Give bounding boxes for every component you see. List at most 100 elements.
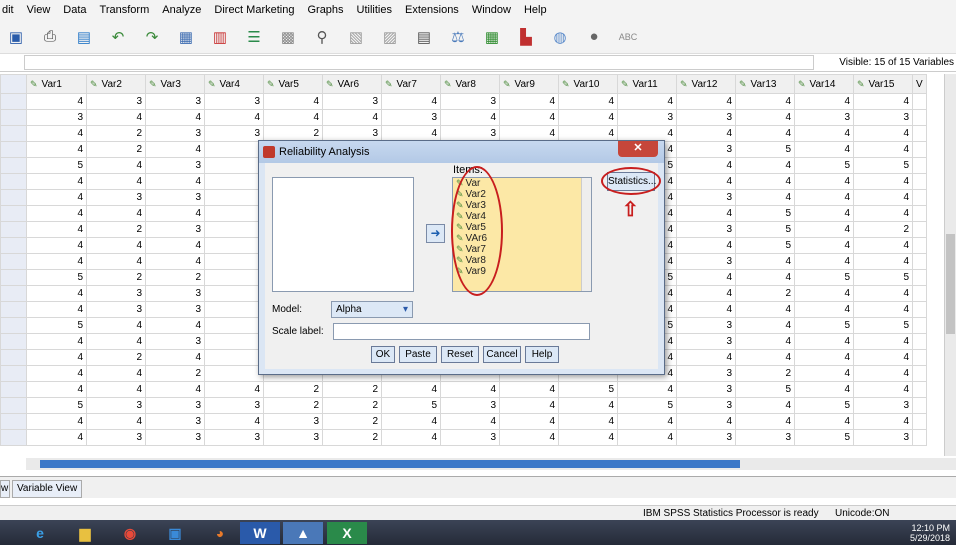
- data-cell[interactable]: 4: [26, 237, 87, 254]
- tab-variable-view[interactable]: Variable View: [12, 480, 83, 498]
- row-header[interactable]: [0, 413, 27, 430]
- data-cell[interactable]: 2: [86, 269, 146, 286]
- data-cell[interactable]: 4: [853, 333, 913, 350]
- file-explorer-icon[interactable]: ▆: [65, 522, 105, 544]
- data-cell[interactable]: [204, 333, 264, 350]
- data-cell[interactable]: 2: [86, 349, 146, 366]
- data-cell[interactable]: 2: [322, 429, 382, 446]
- data-cell[interactable]: 4: [499, 429, 559, 446]
- data-cell[interactable]: 3: [440, 397, 500, 414]
- menu-data[interactable]: Data: [63, 4, 86, 16]
- data-cell[interactable]: 4: [263, 93, 323, 110]
- data-cell[interactable]: 4: [26, 221, 87, 238]
- data-cell[interactable]: 3: [676, 333, 736, 350]
- data-cell[interactable]: 3: [26, 109, 87, 126]
- data-cell[interactable]: 4: [86, 365, 146, 382]
- data-cell[interactable]: 4: [86, 205, 146, 222]
- data-cell[interactable]: [204, 205, 264, 222]
- data-cell[interactable]: 4: [145, 205, 205, 222]
- data-cell[interactable]: 4: [381, 413, 441, 430]
- data-cell[interactable]: [204, 365, 264, 382]
- row-header[interactable]: [0, 141, 27, 158]
- reset-button[interactable]: Reset: [441, 346, 479, 363]
- menu-edit[interactable]: dit: [2, 4, 14, 16]
- data-cell[interactable]: 2: [86, 125, 146, 142]
- data-cell[interactable]: 4: [794, 285, 854, 302]
- data-cell[interactable]: 4: [499, 381, 559, 398]
- data-cell[interactable]: 3: [145, 221, 205, 238]
- data-cell[interactable]: 4: [676, 157, 736, 174]
- column-header[interactable]: ✎ Var11: [617, 74, 677, 94]
- data-cell[interactable]: [912, 237, 927, 254]
- data-cell[interactable]: 2: [322, 413, 382, 430]
- data-cell[interactable]: 5: [794, 397, 854, 414]
- find-icon[interactable]: ⚲: [310, 26, 334, 48]
- data-cell[interactable]: 3: [204, 429, 264, 446]
- data-cell[interactable]: [912, 157, 927, 174]
- row-header[interactable]: [0, 317, 27, 334]
- data-cell[interactable]: [912, 349, 927, 366]
- insert-cases-icon[interactable]: ▧: [344, 26, 368, 48]
- data-cell[interactable]: 4: [735, 349, 795, 366]
- data-cell[interactable]: 4: [145, 381, 205, 398]
- data-cell[interactable]: 4: [853, 253, 913, 270]
- data-cell[interactable]: 4: [794, 237, 854, 254]
- row-header[interactable]: [0, 397, 27, 414]
- data-cell[interactable]: [912, 413, 927, 430]
- data-cell[interactable]: 4: [735, 269, 795, 286]
- data-cell[interactable]: 5: [853, 317, 913, 334]
- data-cell[interactable]: 5: [735, 205, 795, 222]
- data-cell[interactable]: [204, 269, 264, 286]
- data-cell[interactable]: 3: [86, 429, 146, 446]
- data-cell[interactable]: [204, 301, 264, 318]
- help-button[interactable]: Help: [525, 346, 559, 363]
- data-cell[interactable]: [912, 285, 927, 302]
- data-cell[interactable]: 4: [676, 205, 736, 222]
- vertical-scrollbar[interactable]: [944, 74, 956, 456]
- data-cell[interactable]: 2: [263, 381, 323, 398]
- data-cell[interactable]: 3: [676, 221, 736, 238]
- data-cell[interactable]: 5: [794, 157, 854, 174]
- data-cell[interactable]: 4: [86, 333, 146, 350]
- row-header[interactable]: [0, 365, 27, 382]
- data-cell[interactable]: 4: [794, 221, 854, 238]
- data-cell[interactable]: 4: [26, 285, 87, 302]
- data-cell[interactable]: 4: [204, 109, 264, 126]
- data-cell[interactable]: 4: [381, 429, 441, 446]
- data-cell[interactable]: [912, 109, 927, 126]
- data-cell[interactable]: 4: [499, 397, 559, 414]
- data-cell[interactable]: 4: [735, 253, 795, 270]
- data-cell[interactable]: 4: [86, 109, 146, 126]
- data-cell[interactable]: 4: [794, 301, 854, 318]
- data-cell[interactable]: 3: [676, 381, 736, 398]
- data-cell[interactable]: 3: [735, 429, 795, 446]
- column-header[interactable]: ✎ VAr6: [322, 74, 382, 94]
- data-cell[interactable]: 4: [794, 413, 854, 430]
- data-cell[interactable]: 4: [381, 93, 441, 110]
- data-cell[interactable]: 4: [735, 93, 795, 110]
- data-cell[interactable]: 3: [676, 365, 736, 382]
- data-cell[interactable]: 4: [26, 141, 87, 158]
- data-cell[interactable]: 4: [86, 413, 146, 430]
- spss-icon[interactable]: ▲: [283, 522, 323, 544]
- data-cell[interactable]: 3: [676, 253, 736, 270]
- horizontal-scrollbar[interactable]: [26, 458, 956, 470]
- data-cell[interactable]: 4: [86, 253, 146, 270]
- value-labels-icon[interactable]: ▙: [514, 26, 538, 48]
- media-player-icon[interactable]: ▣: [155, 522, 195, 544]
- data-cell[interactable]: 4: [204, 381, 264, 398]
- data-cell[interactable]: 4: [735, 157, 795, 174]
- data-cell[interactable]: 4: [676, 301, 736, 318]
- data-cell[interactable]: 4: [26, 93, 87, 110]
- data-cell[interactable]: 3: [381, 109, 441, 126]
- source-variable-list[interactable]: [272, 177, 414, 292]
- data-cell[interactable]: 4: [145, 317, 205, 334]
- data-cell[interactable]: 4: [145, 253, 205, 270]
- word-icon[interactable]: W: [240, 522, 280, 544]
- spell-check-icon[interactable]: ABC: [616, 26, 640, 48]
- data-cell[interactable]: 4: [558, 413, 618, 430]
- data-cell[interactable]: 4: [676, 173, 736, 190]
- data-cell[interactable]: 3: [145, 157, 205, 174]
- column-header[interactable]: ✎ Var4: [204, 74, 264, 94]
- data-cell[interactable]: 4: [853, 141, 913, 158]
